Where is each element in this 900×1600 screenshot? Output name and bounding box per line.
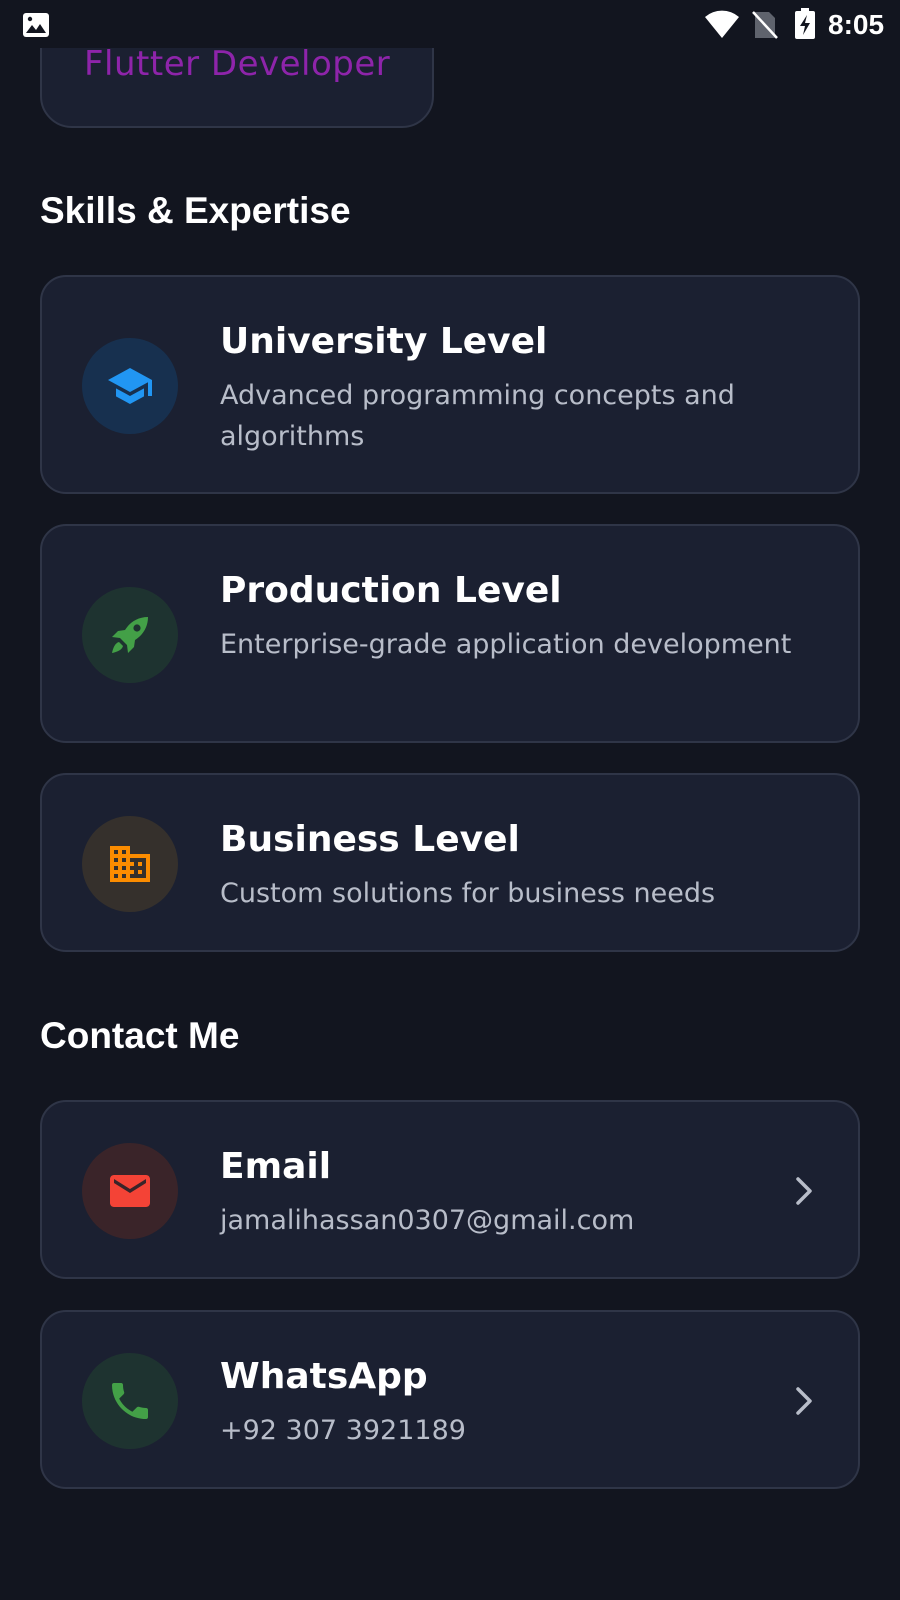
skill-title: Business Level <box>220 819 520 860</box>
contact-card-whatsapp[interactable]: WhatsApp +92 307 3921189 <box>40 1310 860 1489</box>
skill-card-business[interactable]: Business Level Custom solutions for busi… <box>40 773 860 952</box>
no-sim-icon <box>752 11 778 39</box>
phone-icon <box>112 1383 148 1419</box>
contact-label: WhatsApp <box>220 1356 428 1397</box>
skill-description: Custom solutions for business needs <box>220 878 716 909</box>
chevron-right-icon <box>796 1177 812 1205</box>
skill-card-production[interactable]: Production Level Enterprise-grade applic… <box>40 524 860 743</box>
contact-value: jamalihassan0307@gmail.com <box>220 1205 635 1236</box>
gallery-notification-icon <box>23 13 49 37</box>
skill-title: Production Level <box>220 570 562 611</box>
skills-section-title: Skills & Expertise <box>40 190 351 231</box>
status-bar: 8:05 <box>0 0 900 48</box>
contact-card-email[interactable]: Email jamalihassan0307@gmail.com <box>40 1100 860 1279</box>
mail-icon <box>110 1175 150 1207</box>
chevron-right-icon <box>796 1387 812 1415</box>
battery-charging-icon <box>795 8 815 39</box>
skill-icon-circle <box>82 587 178 683</box>
business-building-icon <box>110 846 150 882</box>
status-time: 8:05 <box>828 9 885 40</box>
skill-description: Advanced programming concepts and algori… <box>220 380 735 452</box>
skill-title: University Level <box>220 321 548 362</box>
contact-icon-circle <box>82 1353 178 1449</box>
contact-label: Email <box>220 1146 332 1187</box>
rocket-icon <box>112 617 148 653</box>
profile-role-text: Flutter Developer <box>84 44 391 84</box>
contact-section-title: Contact Me <box>40 1015 240 1056</box>
skill-description: Enterprise-grade application development <box>220 629 792 660</box>
skill-icon-circle <box>82 338 178 434</box>
skill-card-university[interactable]: University Level Advanced programming co… <box>40 275 860 494</box>
contact-icon-circle <box>82 1143 178 1239</box>
skill-icon-circle <box>82 816 178 912</box>
contact-value: +92 307 3921189 <box>220 1415 466 1446</box>
graduation-cap-icon <box>108 368 152 404</box>
wifi-icon <box>705 10 739 38</box>
